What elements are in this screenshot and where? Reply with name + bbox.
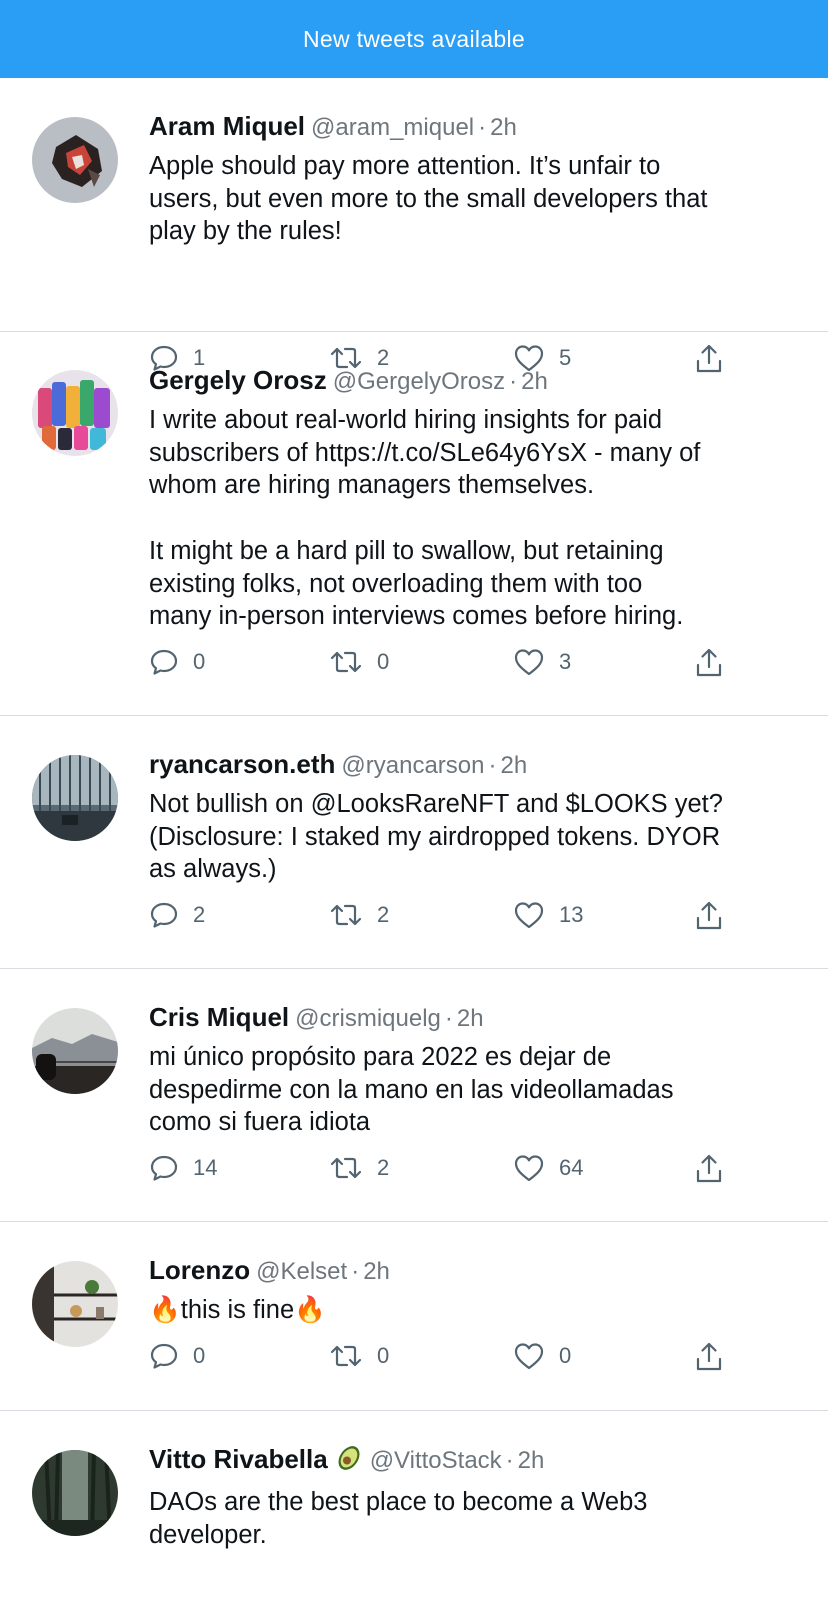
avatar[interactable] xyxy=(32,1261,118,1347)
reply-button[interactable]: 0 xyxy=(149,647,205,677)
retweet-button[interactable]: 2 xyxy=(329,1153,389,1183)
separator-dot: · xyxy=(444,1005,453,1032)
reply-count: 2 xyxy=(193,902,206,927)
tweet-time[interactable]: 2h xyxy=(501,752,528,779)
tweet[interactable]: Lorenzo @Kelset · 2h 🔥this is fine🔥 0 0 0 xyxy=(0,1222,828,1411)
reply-icon xyxy=(149,647,179,677)
reply-count: 14 xyxy=(193,1155,218,1180)
new-tweets-label: New tweets available xyxy=(302,25,526,52)
share-icon xyxy=(694,647,724,679)
avatar[interactable] xyxy=(32,755,118,841)
tweet-text: I write about real-world hiring insights… xyxy=(149,406,701,631)
retweet-icon xyxy=(329,1153,363,1183)
avatar[interactable] xyxy=(32,117,118,203)
retweet-button[interactable]: 2 xyxy=(329,900,389,930)
retweet-icon xyxy=(329,1341,363,1371)
tweet-actions: 2 2 13 xyxy=(149,900,729,934)
tweet-time[interactable]: 2h xyxy=(363,1258,390,1285)
author-handle[interactable]: @VittoStack xyxy=(370,1447,502,1474)
tweet-time[interactable]: 2h xyxy=(490,114,517,141)
retweet-count: 0 xyxy=(377,1343,390,1368)
tweet-time[interactable]: 2h xyxy=(518,1447,545,1474)
share-icon xyxy=(694,1153,724,1185)
reply-button[interactable]: 0 xyxy=(149,1341,205,1371)
tweet-text: Apple should pay more attention. It’s un… xyxy=(149,152,708,246)
author-handle[interactable]: @GergelyOrosz xyxy=(333,368,505,395)
tweet[interactable]: ryancarson.eth @ryancarson · 2h Not bullish… xyxy=(0,716,828,969)
avatar[interactable] xyxy=(32,1450,118,1536)
retweet-count: 2 xyxy=(377,902,390,927)
tweet-text: 🔥this is fine🔥 xyxy=(149,1296,326,1324)
author-name[interactable]: Aram Miquel xyxy=(149,111,305,141)
author-handle[interactable]: @crismiquelg xyxy=(295,1005,441,1032)
author-name[interactable]: ryancarson.eth xyxy=(149,749,335,779)
separator-dot: · xyxy=(351,1258,360,1285)
tweet-text: DAOs are the best place to become a Web3… xyxy=(149,1488,648,1549)
retweet-count: 2 xyxy=(377,1155,390,1180)
tweet-time[interactable]: 2h xyxy=(521,368,548,395)
reply-button[interactable]: 2 xyxy=(149,900,205,930)
like-button[interactable]: 13 xyxy=(513,900,583,930)
reply-icon xyxy=(149,1153,179,1183)
author-handle[interactable]: @aram_miquel xyxy=(311,114,474,141)
reply-icon xyxy=(149,1341,179,1371)
avatar[interactable] xyxy=(32,370,118,456)
avocado-icon xyxy=(334,1443,364,1480)
separator-dot: · xyxy=(509,368,518,395)
tweet-time[interactable]: 2h xyxy=(457,1005,484,1032)
retweet-button[interactable]: 0 xyxy=(329,647,389,677)
like-count: 3 xyxy=(559,649,572,674)
tweet-actions: 0 0 3 xyxy=(149,647,729,681)
heart-icon xyxy=(513,900,545,930)
author-name[interactable]: Gergely Orosz xyxy=(149,365,327,395)
tweet-text: Not bullish on @LooksRareNFT and $LOOKS … xyxy=(149,790,723,884)
like-button[interactable]: 64 xyxy=(513,1153,583,1183)
retweet-button[interactable]: 0 xyxy=(329,1341,389,1371)
like-count: 13 xyxy=(559,902,584,927)
share-icon xyxy=(694,1341,724,1373)
share-button[interactable] xyxy=(694,1341,724,1373)
tweet-actions: 14 2 64 xyxy=(149,1153,729,1187)
reply-button[interactable]: 14 xyxy=(149,1153,217,1183)
tweet-actions: 0 0 0 xyxy=(149,1341,729,1375)
reply-count: 0 xyxy=(193,649,206,674)
like-count: 0 xyxy=(559,1343,572,1368)
share-button[interactable] xyxy=(694,1153,724,1185)
avatar[interactable] xyxy=(32,1008,118,1094)
retweet-icon xyxy=(329,647,363,677)
share-button[interactable] xyxy=(694,900,724,932)
reply-icon xyxy=(149,900,179,930)
separator-dot: · xyxy=(505,1447,514,1474)
retweet-count: 0 xyxy=(377,649,390,674)
tweet[interactable]: Cris Miquel @crismiquelg · 2h mi único prop… xyxy=(0,969,828,1222)
like-button[interactable]: 3 xyxy=(513,647,571,677)
new-tweets-banner[interactable]: New tweets available xyxy=(0,0,828,78)
like-count: 64 xyxy=(559,1155,584,1180)
separator-dot: · xyxy=(478,114,487,141)
author-handle[interactable]: @Kelset xyxy=(256,1258,347,1285)
separator-dot: · xyxy=(488,752,497,779)
author-handle[interactable]: @ryancarson xyxy=(341,752,484,779)
like-button[interactable]: 0 xyxy=(513,1341,571,1371)
reply-count: 0 xyxy=(193,1343,206,1368)
tweet[interactable]: Vitto Rivabella @VittoStack · 2h DAOs are t… xyxy=(0,1411,828,1608)
tweet-text: mi único propósito para 2022 es dejar de… xyxy=(149,1043,674,1137)
tweet[interactable]: Aram Miquel @aram_miquel · 2h Apple should … xyxy=(0,78,828,373)
share-button[interactable] xyxy=(694,647,724,679)
retweet-icon xyxy=(329,900,363,930)
heart-icon xyxy=(513,1153,545,1183)
author-name[interactable]: Vitto Rivabella xyxy=(149,1444,328,1474)
heart-icon xyxy=(513,1341,545,1371)
author-name[interactable]: Lorenzo xyxy=(149,1255,250,1285)
tweet[interactable]: Gergely Orosz @GergelyOrosz · 2h I write ab… xyxy=(0,332,828,716)
share-icon xyxy=(694,900,724,932)
heart-icon xyxy=(513,647,545,677)
author-name[interactable]: Cris Miquel xyxy=(149,1002,289,1032)
